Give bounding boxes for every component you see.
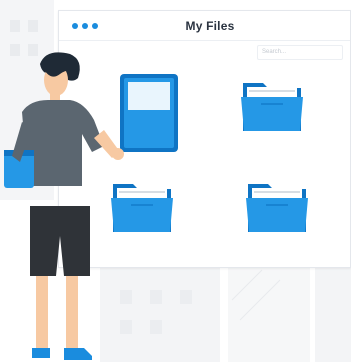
folder-icon[interactable] [241, 77, 303, 133]
window-control-dot[interactable] [72, 23, 78, 29]
folder-icon[interactable] [246, 178, 308, 234]
person-illustration [4, 52, 124, 360]
window-title: My Files [185, 19, 235, 33]
search-input[interactable]: Search... [257, 45, 343, 60]
window-control-dot[interactable] [82, 23, 88, 29]
window-control-dot[interactable] [92, 23, 98, 29]
window-titlebar: My Files [59, 11, 350, 41]
